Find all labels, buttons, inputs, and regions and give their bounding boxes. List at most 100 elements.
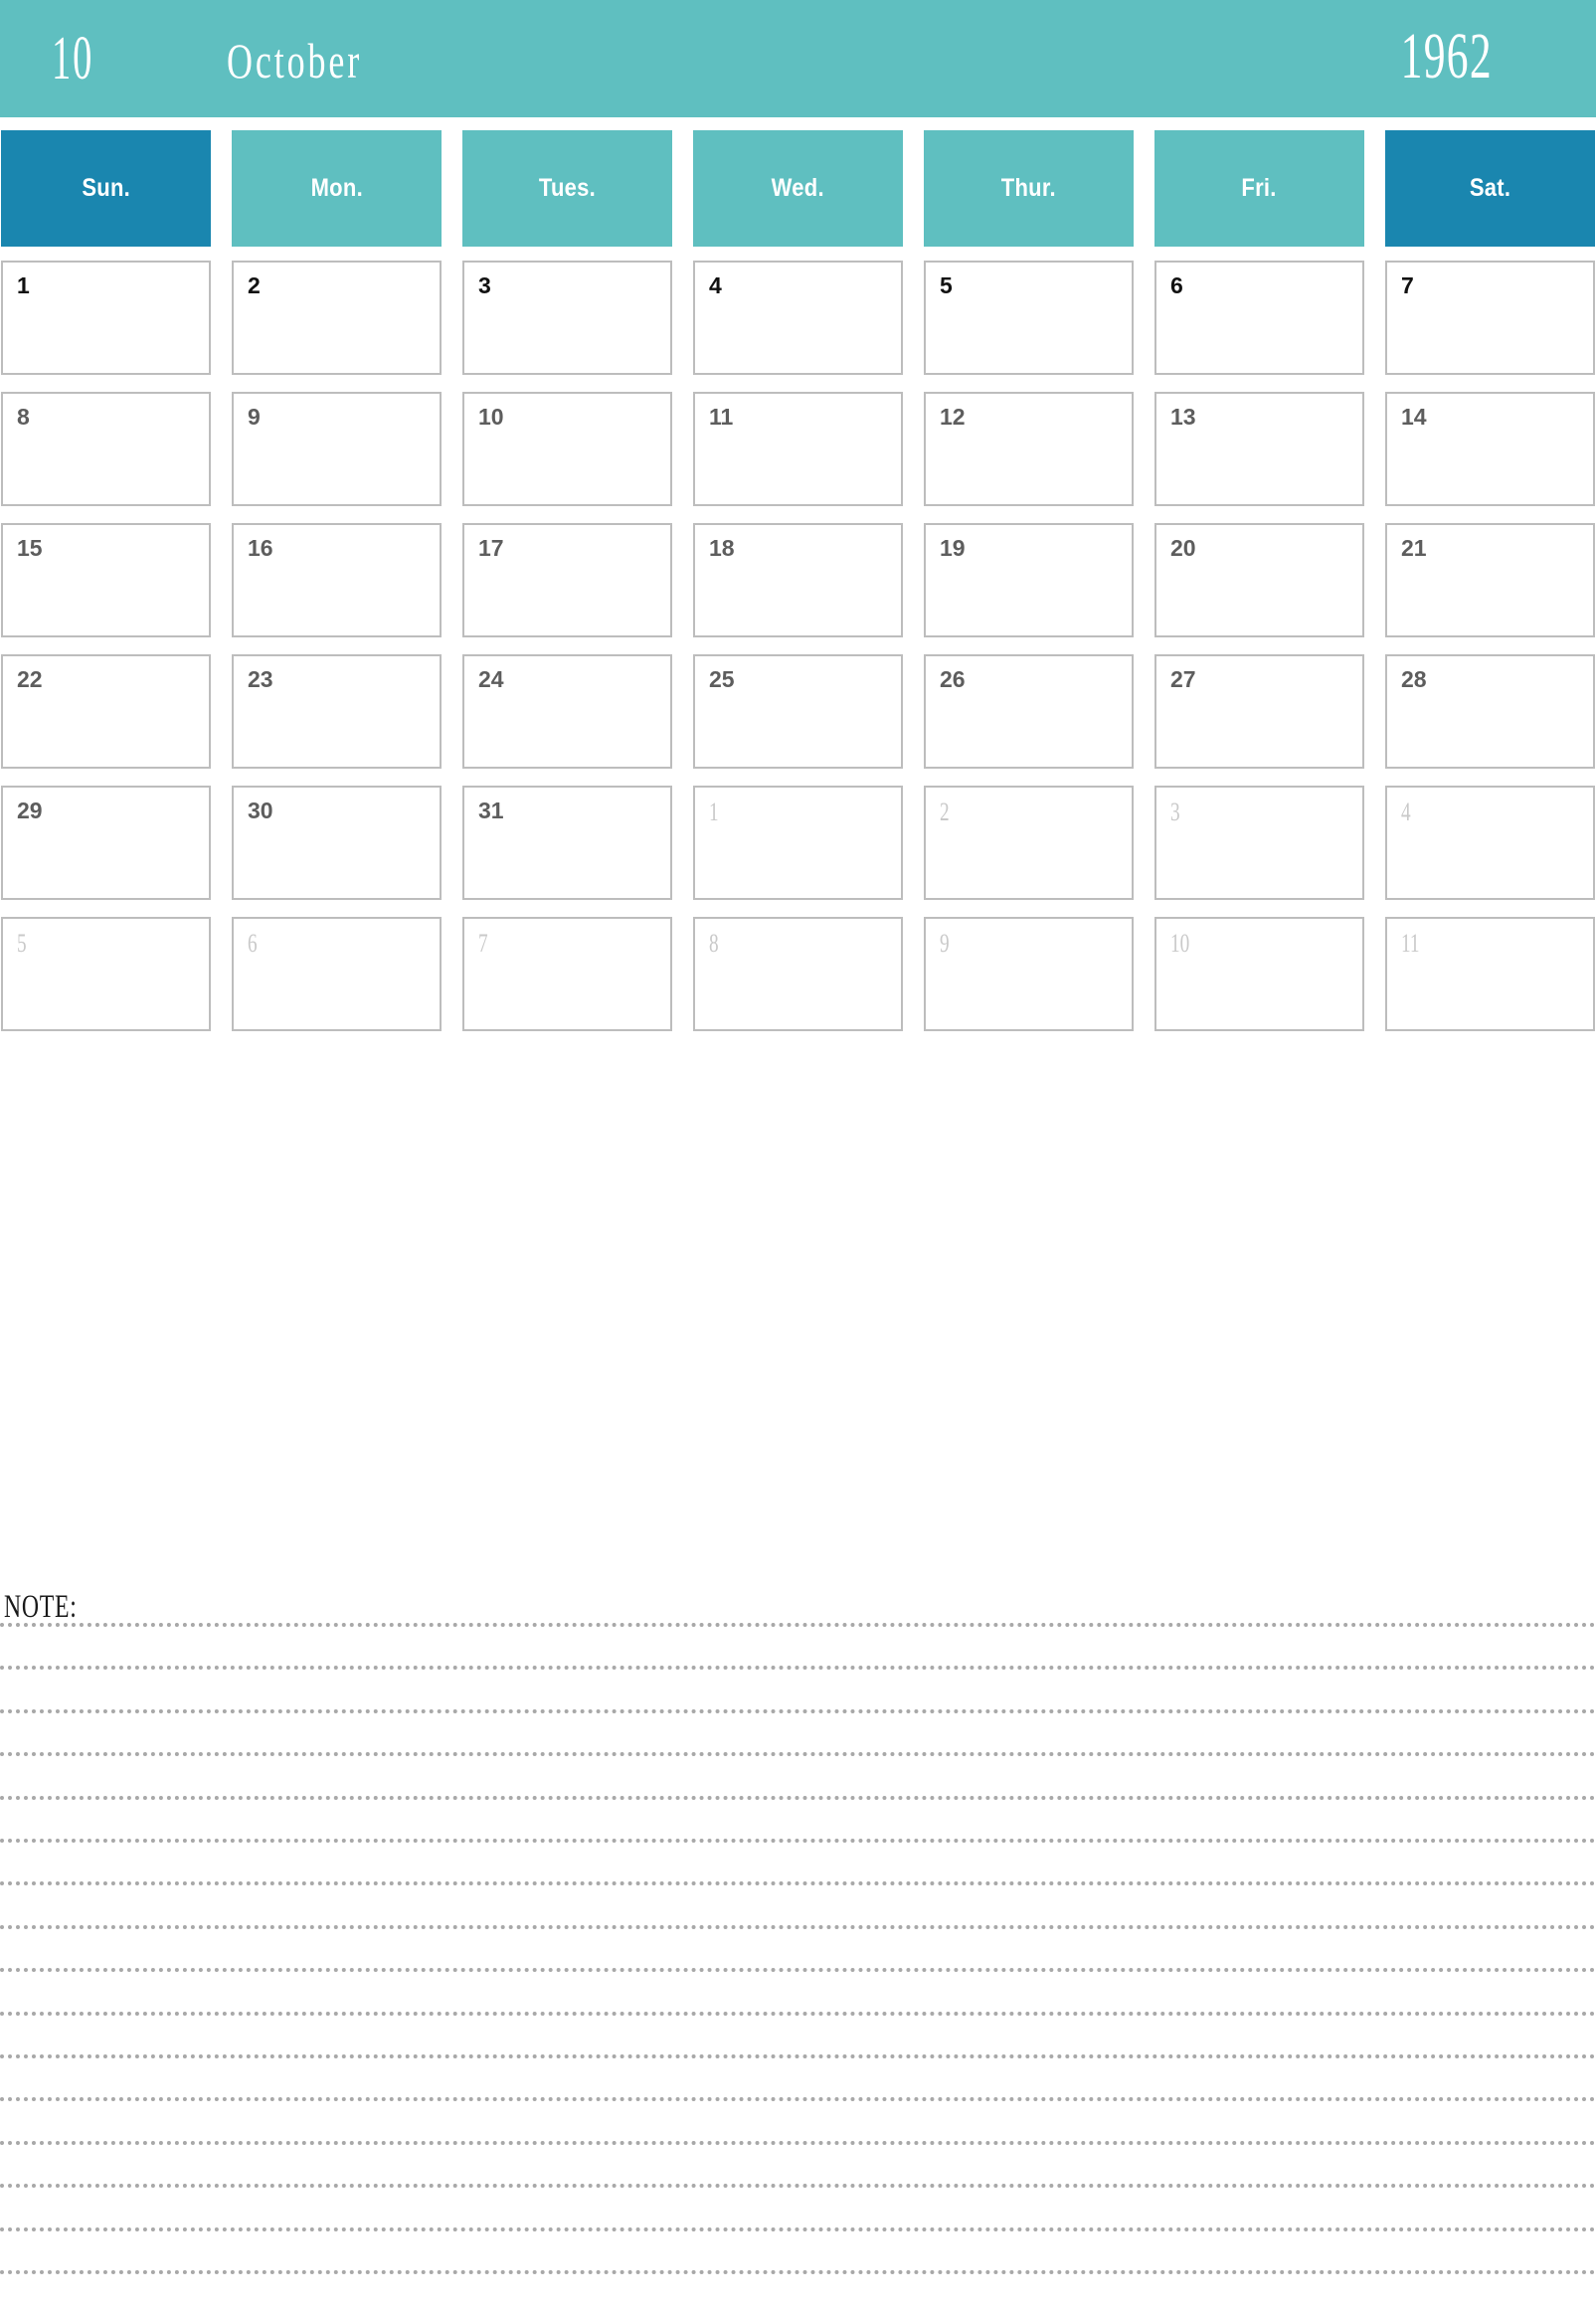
note-line	[0, 1839, 1596, 1843]
calendar-title-band: 10 October 1962	[0, 0, 1596, 117]
date-cell[interactable]: 28	[1385, 654, 1595, 769]
date-cell[interactable]: 19	[924, 523, 1134, 637]
weekday-label: Thur.	[1000, 174, 1057, 202]
date-cell[interactable]: 5	[1, 917, 211, 1031]
weekday-header-wed: Wed.	[693, 130, 903, 247]
date-number: 21	[1401, 535, 1427, 561]
date-cell[interactable]: 20	[1154, 523, 1364, 637]
note-line	[0, 2270, 1596, 2274]
weekday-label: Sun.	[82, 174, 130, 202]
date-cell[interactable]: 11	[693, 392, 903, 506]
date-cell[interactable]: 31	[462, 786, 672, 900]
date-number: 18	[709, 535, 735, 561]
calendar-page: 10 October 1962 Sun. Mon. Tues. Wed. Thur. Fr…	[0, 0, 1596, 2310]
date-cell[interactable]: 9	[232, 392, 442, 506]
date-number: 26	[940, 666, 966, 692]
date-cell[interactable]: 7	[462, 917, 672, 1031]
date-number: 12	[940, 404, 966, 430]
date-number: 17	[478, 535, 504, 561]
weekday-label: Tues.	[538, 174, 597, 202]
date-number: 10	[478, 404, 504, 430]
calendar-date-grid: 1 2 3 4 5 6 7 8 9 10 11 12 13 14 15 16 17 18 19 20 21 22 23 24 2…	[0, 261, 1596, 1048]
date-cell[interactable]: 18	[693, 523, 903, 637]
date-cell[interactable]: 4	[693, 261, 903, 375]
date-cell[interactable]: 7	[1385, 261, 1595, 375]
note-line	[0, 1795, 1596, 1800]
weekday-header-tues: Tues.	[462, 130, 672, 247]
date-number: 8	[709, 929, 719, 958]
date-cell[interactable]: 1	[693, 786, 903, 900]
note-line	[0, 1623, 1596, 1627]
note-line	[0, 1752, 1596, 1757]
date-number: 7	[1401, 272, 1414, 298]
date-number: 22	[17, 666, 43, 692]
weekday-header-row: Sun. Mon. Tues. Wed. Thur. Fri. Sat.	[0, 130, 1596, 247]
date-number: 20	[1170, 535, 1196, 561]
date-cell[interactable]: 21	[1385, 523, 1595, 637]
date-number: 1	[17, 272, 30, 298]
date-cell[interactable]: 22	[1, 654, 211, 769]
note-line	[0, 2011, 1596, 2016]
date-cell[interactable]: 16	[232, 523, 442, 637]
date-number: 9	[248, 404, 261, 430]
date-cell[interactable]: 13	[1154, 392, 1364, 506]
date-number: 11	[709, 404, 734, 430]
note-line	[0, 1924, 1596, 1929]
date-number: 11	[1401, 929, 1420, 958]
date-number: 7	[478, 929, 488, 958]
date-cell[interactable]: 25	[693, 654, 903, 769]
date-cell[interactable]: 6	[232, 917, 442, 1031]
weekday-header-fri: Fri.	[1154, 130, 1364, 247]
date-number: 13	[1170, 404, 1196, 430]
date-cell[interactable]: 29	[1, 786, 211, 900]
date-number: 9	[940, 929, 950, 958]
notes-ruled-lines[interactable]	[0, 1571, 1596, 2310]
date-number: 5	[17, 929, 27, 958]
date-number: 10	[1170, 929, 1190, 958]
date-cell[interactable]: 10	[1154, 917, 1364, 1031]
date-cell[interactable]: 23	[232, 654, 442, 769]
date-number: 6	[248, 929, 258, 958]
date-cell[interactable]: 14	[1385, 392, 1595, 506]
weekday-header-mon: Mon.	[232, 130, 442, 247]
date-cell[interactable]: 2	[232, 261, 442, 375]
date-cell[interactable]: 26	[924, 654, 1134, 769]
date-cell[interactable]: 3	[1154, 786, 1364, 900]
date-cell[interactable]: 3	[462, 261, 672, 375]
date-number: 8	[17, 404, 30, 430]
date-cell[interactable]: 8	[1, 392, 211, 506]
date-number: 1	[709, 798, 719, 826]
weekday-label: Sat.	[1469, 174, 1511, 202]
date-cell[interactable]: 27	[1154, 654, 1364, 769]
date-cell[interactable]: 17	[462, 523, 672, 637]
date-number: 16	[248, 535, 273, 561]
date-cell[interactable]: 6	[1154, 261, 1364, 375]
date-cell[interactable]: 24	[462, 654, 672, 769]
date-number: 19	[940, 535, 966, 561]
date-cell[interactable]: 5	[924, 261, 1134, 375]
year-label: 1962	[1400, 20, 1493, 92]
date-cell[interactable]: 30	[232, 786, 442, 900]
date-cell[interactable]: 12	[924, 392, 1134, 506]
month-number: 10	[52, 25, 94, 92]
note-line	[0, 2054, 1596, 2058]
date-number: 5	[940, 272, 953, 298]
note-line	[0, 2097, 1596, 2102]
date-cell[interactable]: 9	[924, 917, 1134, 1031]
weekday-label: Fri.	[1241, 174, 1278, 202]
date-cell[interactable]: 15	[1, 523, 211, 637]
date-number: 3	[478, 272, 491, 298]
date-cell[interactable]: 8	[693, 917, 903, 1031]
date-cell[interactable]: 2	[924, 786, 1134, 900]
date-cell[interactable]: 4	[1385, 786, 1595, 900]
date-cell[interactable]: 1	[1, 261, 211, 375]
weekday-header-sat: Sat.	[1385, 130, 1595, 247]
date-cell[interactable]: 11	[1385, 917, 1595, 1031]
note-line	[0, 2184, 1596, 2189]
date-cell[interactable]: 10	[462, 392, 672, 506]
date-number: 23	[248, 666, 273, 692]
date-number: 30	[248, 798, 273, 823]
date-number: 28	[1401, 666, 1427, 692]
date-number: 15	[17, 535, 43, 561]
note-line	[0, 1968, 1596, 1973]
